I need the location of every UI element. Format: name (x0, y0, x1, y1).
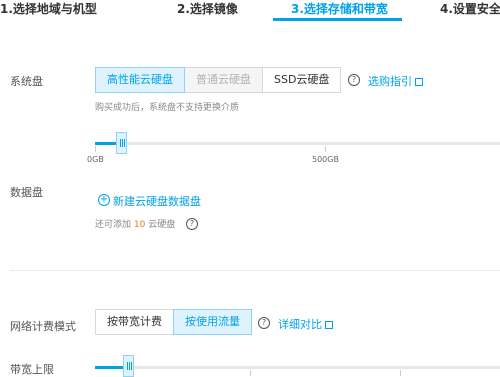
slider-mid-label: 500GB (312, 155, 339, 164)
bandwidth-slider-handle[interactable] (123, 355, 134, 377)
active-step-indicator (273, 18, 402, 21)
system-disk-slider-handle[interactable] (116, 132, 127, 154)
external-link-icon (415, 78, 423, 86)
question-circle-icon[interactable]: ? (186, 218, 198, 230)
disk-type-ssd[interactable]: SSD云硬盘 (262, 67, 342, 93)
step-storage-bandwidth[interactable]: 3.选择存储和带宽 (291, 0, 388, 17)
compare-link[interactable]: 详细对比 (278, 316, 333, 332)
network-billing-label: 网络计费模式 (10, 320, 76, 333)
remaining-count: 10 (133, 220, 146, 230)
disk-type-standard[interactable]: 普通云硬盘 (184, 67, 263, 93)
question-circle-icon[interactable]: ? (258, 317, 270, 329)
step-region-model[interactable]: 1.选择地域与机型 (0, 0, 97, 17)
remaining-prefix: 还可添加 (95, 220, 132, 230)
step-image[interactable]: 2.选择镜像 (177, 0, 238, 17)
slider-tick (95, 146, 96, 152)
external-link-icon (325, 321, 333, 329)
add-data-disk-link[interactable]: 新建云硬盘数据盘 (113, 193, 201, 209)
bandwidth-slider-track[interactable] (95, 366, 500, 369)
data-disk-label: 数据盘 (10, 186, 43, 199)
question-circle-icon[interactable]: ? (348, 74, 360, 86)
billing-by-bandwidth[interactable]: 按带宽计费 (95, 309, 174, 335)
section-divider (10, 270, 500, 271)
slider-tick (400, 370, 401, 376)
purchase-guide-link[interactable]: 选购指引 (368, 73, 423, 89)
remaining-suffix: 云硬盘 (148, 220, 176, 230)
system-disk-label: 系统盘 (10, 75, 43, 88)
system-disk-slider-track[interactable] (95, 142, 500, 145)
system-disk-note: 购买成功后，系统盘不支持更换介质 (95, 103, 240, 113)
data-disk-remaining-note: 还可添加 10 云硬盘 (95, 217, 175, 230)
system-disk-slider-fill (95, 142, 118, 145)
bandwidth-slider-fill (95, 366, 125, 369)
compare-link-text: 详细对比 (278, 318, 322, 331)
wizard-steps: 1.选择地域与机型 2.选择镜像 3.选择存储和带宽 4.设置安全 (0, 0, 500, 22)
purchase-guide-link-text: 选购指引 (368, 75, 412, 88)
slider-tick (250, 370, 251, 376)
billing-by-traffic[interactable]: 按使用流量 (173, 309, 252, 335)
slider-min-label: 0GB (87, 155, 104, 164)
disk-type-high-performance[interactable]: 高性能云硬盘 (95, 67, 185, 93)
step-security[interactable]: 4.设置安全 (440, 0, 500, 17)
slider-tick (325, 146, 326, 152)
plus-circle-icon[interactable]: + (98, 194, 110, 206)
network-billing-selector: 按带宽计费 按使用流量 (95, 309, 252, 335)
system-disk-type-selector: 高性能云硬盘 普通云硬盘 SSD云硬盘 (95, 67, 342, 93)
